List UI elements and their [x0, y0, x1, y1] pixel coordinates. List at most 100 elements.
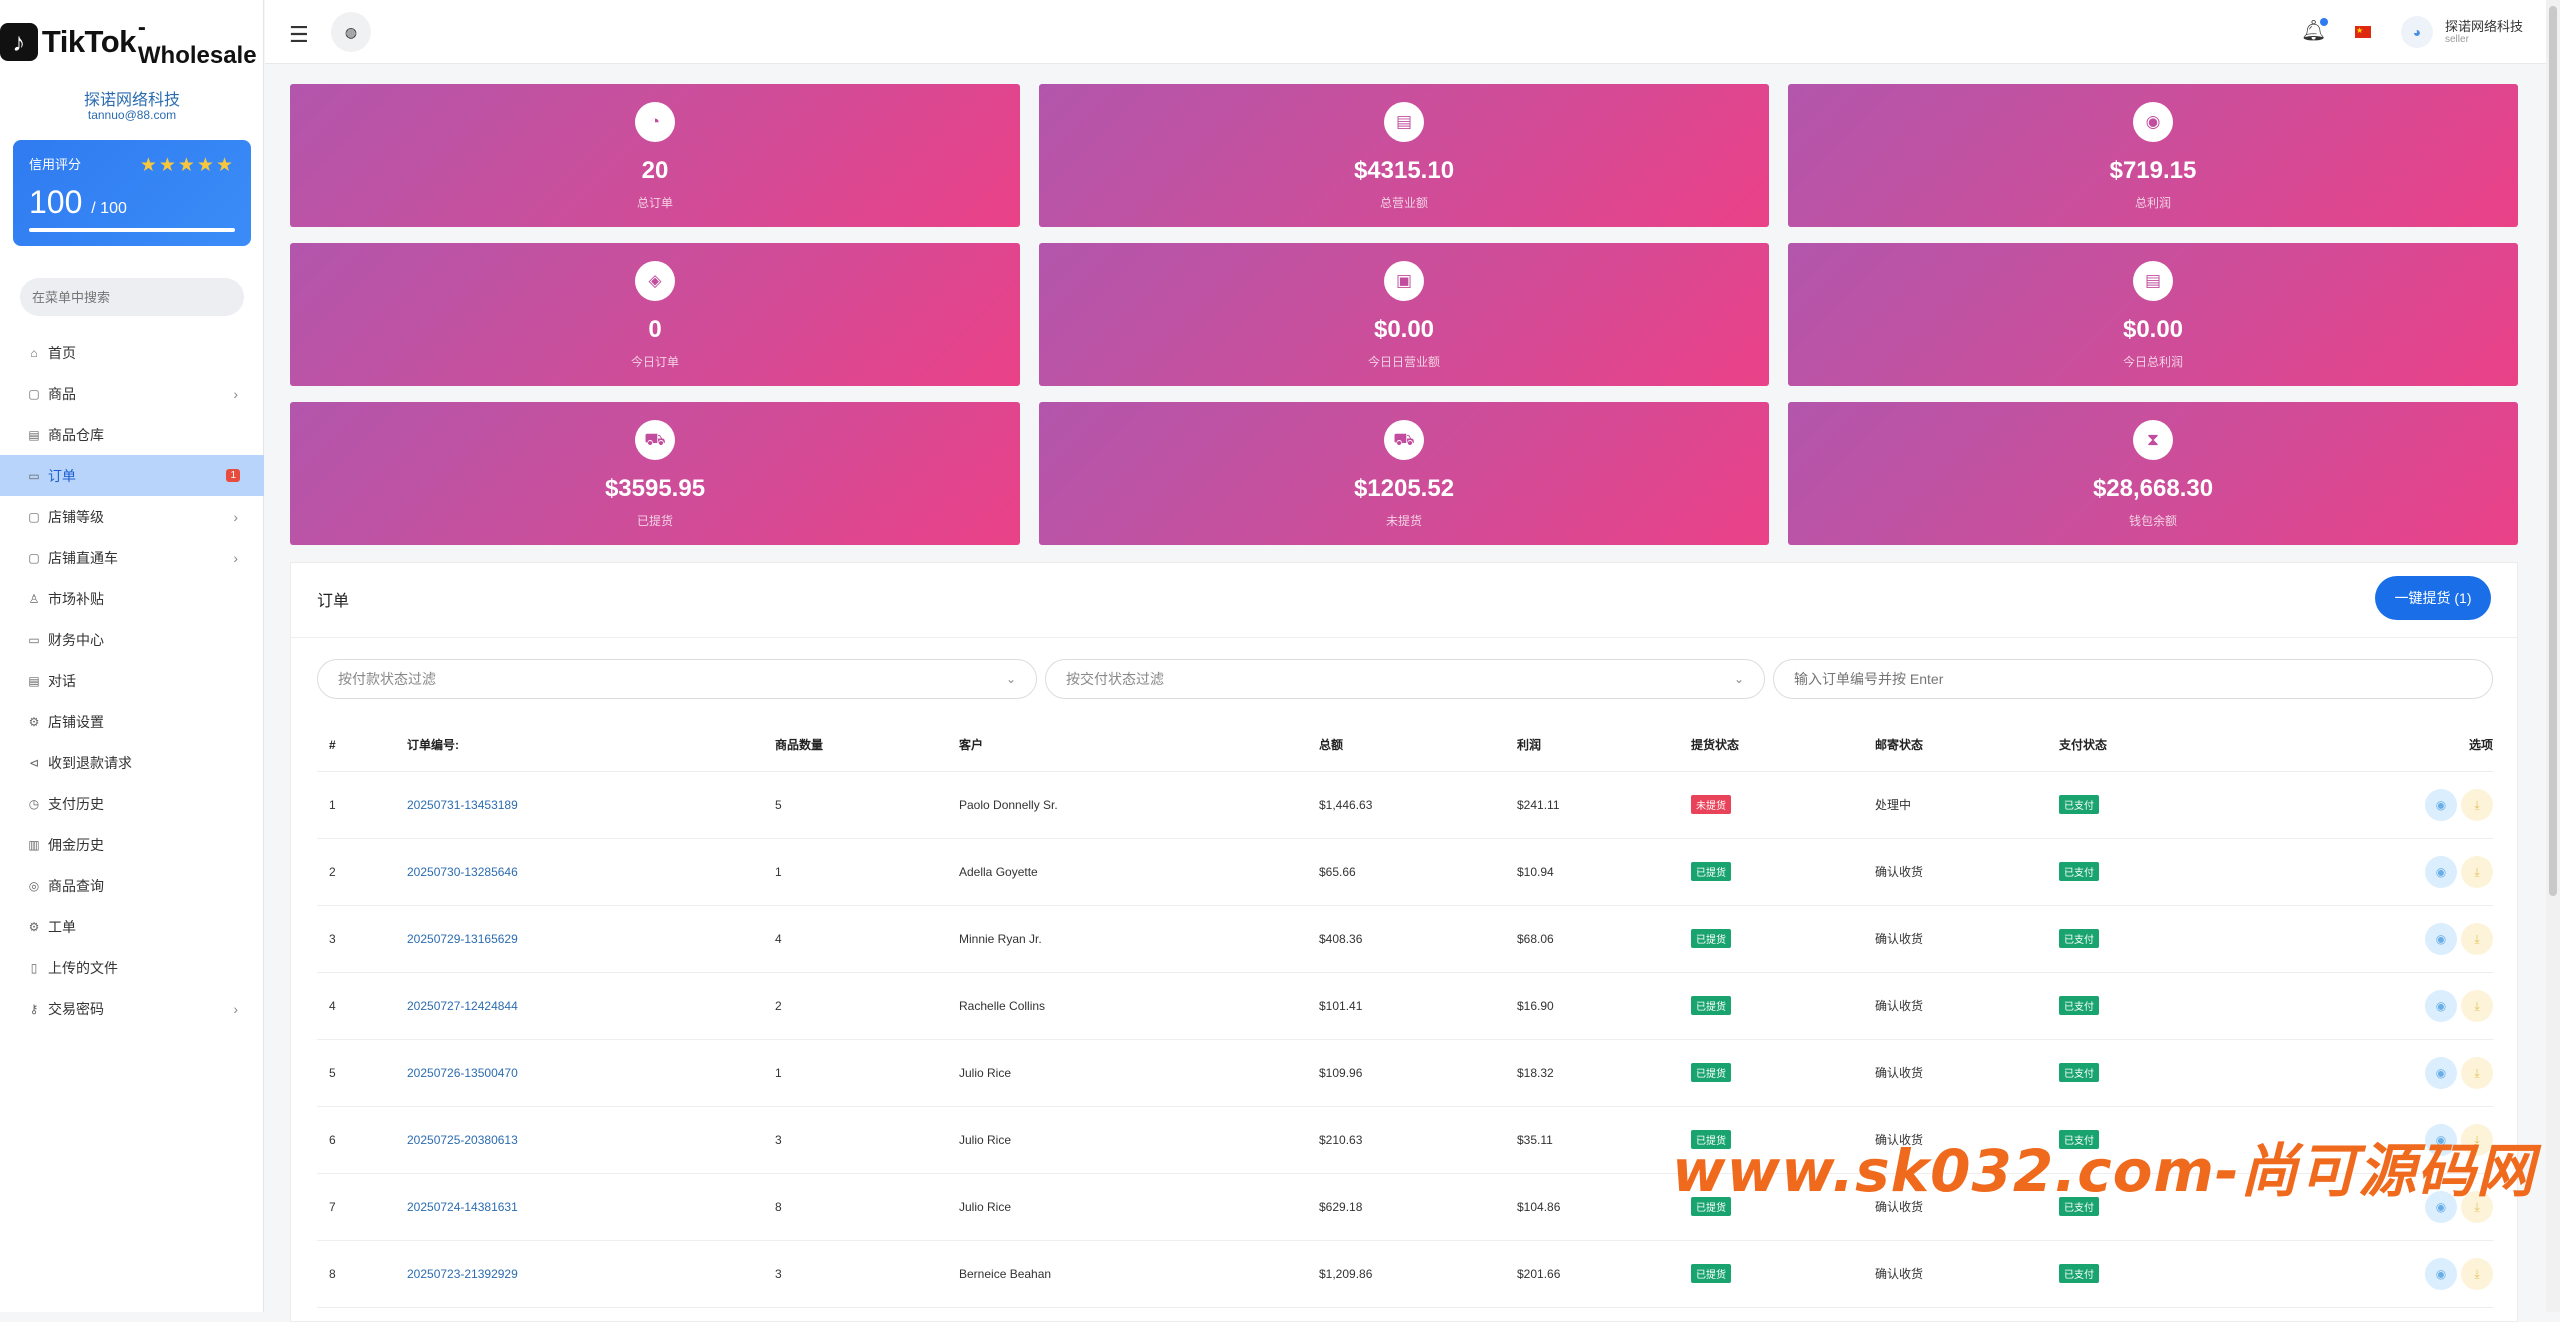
brand-logo[interactable]: ♪ TikTok -Wholesale	[0, 14, 264, 69]
download-icon[interactable]: ⤓	[2461, 855, 2493, 888]
sidebar-item-2[interactable]: ▤ 商品仓库	[0, 414, 264, 455]
sidebar-item-10[interactable]: ⊲ 收到退款请求	[0, 742, 264, 783]
eye-icon[interactable]: ◉	[2425, 1056, 2457, 1089]
order-number-link[interactable]: 20250723-21392929	[407, 1240, 775, 1308]
language-flag-icon[interactable]: ★	[2355, 26, 2371, 38]
payment-status-cell: 已支付	[2059, 972, 2379, 1040]
chevron-down-icon: ⌄	[1733, 672, 1744, 686]
sidebar-item-label: 市场补贴	[48, 590, 104, 607]
orders-panel: 订单 一键提货 (1) 按付款状态过滤 ⌄ 按交付状态过滤 ⌄ #订单编号:商品数量…	[290, 562, 2518, 1322]
stat-card: ▤ $0.00 今日总利润	[1788, 243, 2518, 386]
nav-item-icon: ▤	[28, 427, 40, 442]
menu-search-input[interactable]	[20, 278, 244, 316]
sidebar-item-label: 订单	[48, 467, 76, 484]
divider	[291, 637, 2517, 638]
item-quantity: 8	[775, 1173, 959, 1241]
download-icon[interactable]: ⤓	[2461, 1257, 2493, 1290]
order-number-link[interactable]: 20250726-13500470	[407, 1039, 775, 1107]
sidebar-item-4[interactable]: ▢ 店铺等级 ›	[0, 496, 264, 537]
sidebar-item-0[interactable]: ⌂ 首页	[0, 332, 264, 373]
table-row[interactable]: 8 20250723-21392929 3 Berneice Beahan $1,209…	[317, 1240, 2493, 1308]
notification-bell-icon[interactable]: 🔔︎	[2301, 18, 2329, 43]
order-number-link[interactable]: 20250724-14381631	[407, 1173, 775, 1241]
sidebar-nav: ⌂ 首页 ▢ 商品 › ▤ 商品仓库 ▭ 订单 1 ▢ 店铺等级 › ▢ 店铺直通车 › ♙ 市场补贴 ▭ 财务中心 ▤…	[0, 332, 264, 1029]
item-quantity: 5	[775, 771, 959, 839]
download-icon[interactable]: ⤓	[2461, 788, 2493, 821]
nav-item-icon: ⚙	[28, 919, 40, 934]
table-row[interactable]: 3 20250729-13165629 4 Minnie Ryan Jr. $408.3…	[317, 905, 2493, 973]
table-row[interactable]: 4 20250727-12424844 2 Rachelle Collins $101.…	[317, 972, 2493, 1040]
order-profit: $241.11	[1517, 771, 1691, 839]
sidebar-item-label: 收到退款请求	[48, 754, 132, 771]
sidebar-item-12[interactable]: ▥ 佣金历史	[0, 824, 264, 865]
stat-icon: ⛟	[635, 420, 675, 460]
sidebar-item-15[interactable]: ▯ 上传的文件	[0, 947, 264, 988]
orders-title: 订单	[317, 593, 350, 610]
sidebar-item-13[interactable]: ◎ 商品查询	[0, 865, 264, 906]
item-quantity: 2	[775, 972, 959, 1040]
sidebar-item-5[interactable]: ▢ 店铺直通车 ›	[0, 537, 264, 578]
sidebar-item-16[interactable]: ⚷ 交易密码 ›	[0, 988, 264, 1029]
order-profit: $35.11	[1517, 1106, 1691, 1174]
stat-label: 今日总利润	[2122, 355, 2183, 369]
order-profit: $201.66	[1517, 1240, 1691, 1308]
order-number-link[interactable]: 20250727-12424844	[407, 972, 775, 1040]
customer-name: Minnie Ryan Jr.	[959, 905, 1319, 973]
sidebar-item-14[interactable]: ⚙ 工单	[0, 906, 264, 947]
column-header: #	[317, 719, 407, 772]
tiktok-logo-icon: ♪	[0, 23, 38, 61]
stat-card: ⧗ $28,668.30 钱包余额	[1788, 402, 2518, 545]
eye-icon[interactable]: ◉	[2425, 855, 2457, 888]
stat-label: 今日订单	[630, 355, 679, 369]
stat-value: $0.00	[2122, 316, 2184, 343]
delivery-status-filter[interactable]: 按交付状态过滤 ⌄	[1045, 659, 1765, 699]
eye-icon[interactable]: ◉	[2425, 989, 2457, 1022]
column-header: 利润	[1517, 719, 1691, 772]
sidebar-item-label: 上传的文件	[48, 959, 118, 976]
user-role: seller	[2445, 34, 2469, 45]
table-row[interactable]: 5 20250726-13500470 1 Julio Rice $109.96 $18.…	[317, 1039, 2493, 1107]
scrollbar-thumb[interactable]	[2549, 6, 2557, 896]
table-row[interactable]: 1 20250731-13453189 5 Paolo Donnelly Sr. $1,…	[317, 771, 2493, 839]
nav-item-icon: ▢	[28, 386, 40, 401]
sidebar-item-1[interactable]: ▢ 商品 ›	[0, 373, 264, 414]
table-row[interactable]: 2 20250730-13285646 1 Adella Goyette $65.66 $…	[317, 838, 2493, 906]
order-number-link[interactable]: 20250729-13165629	[407, 905, 775, 973]
pickup-status-badge: 已提货	[1691, 1063, 1731, 1082]
download-icon[interactable]: ⤓	[2461, 1056, 2493, 1089]
download-icon[interactable]: ⤓	[2461, 922, 2493, 955]
column-header: 选项	[2379, 719, 2493, 772]
column-header: 支付状态	[2059, 719, 2379, 772]
user-name[interactable]: 探诺网络科技	[2445, 16, 2523, 35]
sidebar-item-9[interactable]: ⚙ 店铺设置	[0, 701, 264, 742]
sidebar-item-3[interactable]: ▭ 订单 1	[0, 455, 264, 496]
page-scrollbar[interactable]	[2546, 0, 2560, 1312]
pickup-status-badge: 已提货	[1691, 929, 1731, 948]
options-cell: ◉ ⤓	[2379, 838, 2493, 906]
sidebar-item-6[interactable]: ♙ 市场补贴	[0, 578, 264, 619]
sidebar-item-11[interactable]: ◷ 支付历史	[0, 783, 264, 824]
download-icon[interactable]: ⤓	[2461, 989, 2493, 1022]
stat-card: ⛟ $1205.52 未提货	[1039, 402, 1769, 545]
payment-status-badge: 已支付	[2059, 862, 2099, 881]
globe-icon[interactable]: ◍	[331, 12, 371, 52]
stat-icon: ▤	[1384, 102, 1424, 142]
nav-badge: 1	[226, 469, 240, 482]
eye-icon[interactable]: ◉	[2425, 788, 2457, 821]
credit-score-max: / 100	[91, 200, 127, 217]
eye-icon[interactable]: ◉	[2425, 922, 2457, 955]
payment-status-filter[interactable]: 按付款状态过滤 ⌄	[317, 659, 1037, 699]
bulk-pickup-button[interactable]: 一键提货 (1)	[2375, 576, 2491, 620]
order-number-link[interactable]: 20250730-13285646	[407, 838, 775, 906]
credit-score-card: 信用评分 ★★★★★ 100 / 100	[13, 140, 251, 246]
order-search-input[interactable]	[1773, 659, 2493, 699]
avatar[interactable]: ◕	[2401, 16, 2433, 48]
eye-icon[interactable]: ◉	[2425, 1257, 2457, 1290]
order-number-link[interactable]: 20250731-13453189	[407, 771, 775, 839]
pickup-status-cell: 已提货	[1691, 838, 1875, 906]
menu-toggle-icon[interactable]: ☰	[289, 22, 309, 48]
sidebar-item-7[interactable]: ▭ 财务中心	[0, 619, 264, 660]
order-number-link[interactable]: 20250725-20380613	[407, 1106, 775, 1174]
sidebar-item-label: 店铺直通车	[48, 549, 118, 566]
sidebar-item-8[interactable]: ▤ 对话	[0, 660, 264, 701]
